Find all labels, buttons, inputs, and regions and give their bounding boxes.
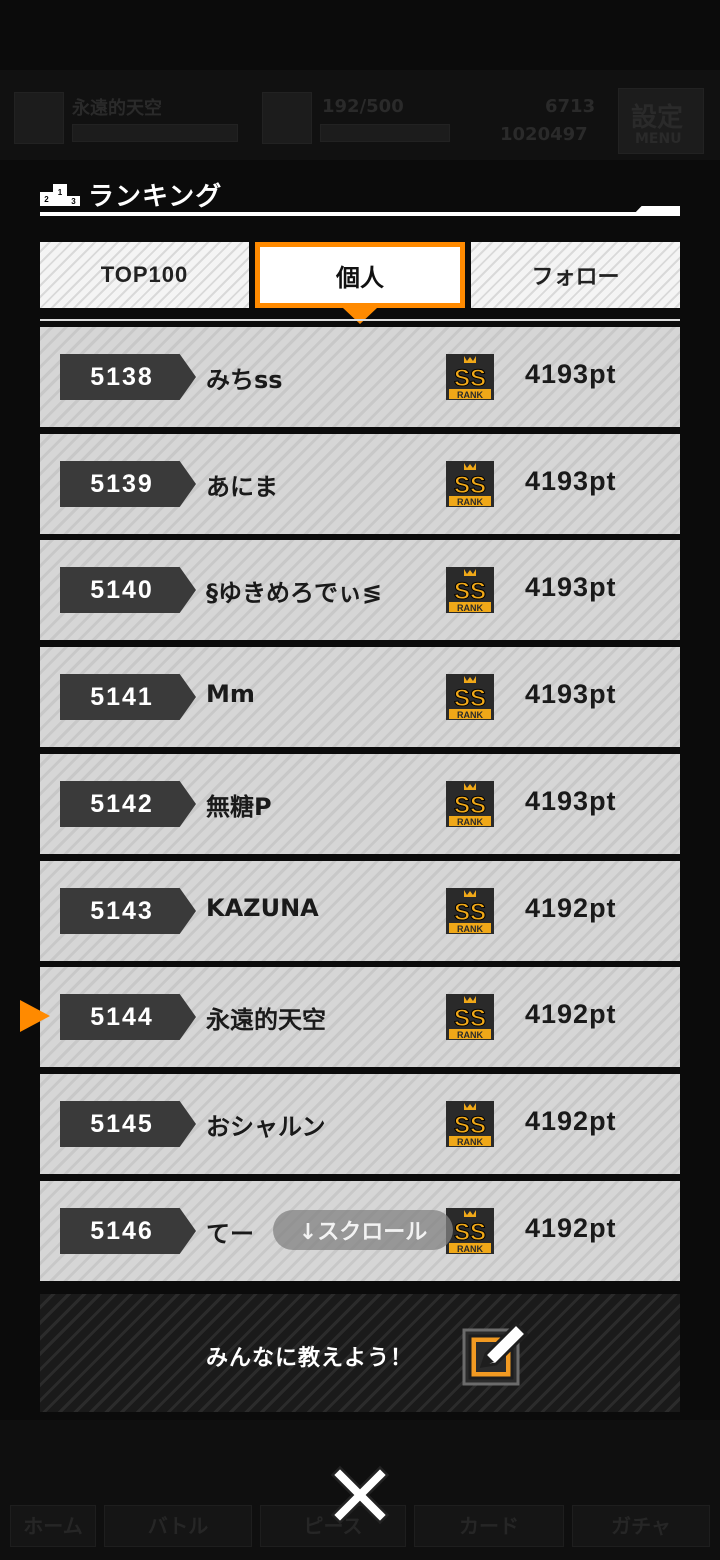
- background-stamina: 192/500: [322, 96, 404, 117]
- tab-top100[interactable]: TOP100: [40, 242, 249, 308]
- ss-rank-icon: SSRANK: [446, 888, 494, 934]
- svg-text:SS: SS: [454, 1112, 486, 1139]
- background-stamina-icon: [262, 92, 312, 144]
- background-nav-card: カード: [414, 1505, 564, 1547]
- background-nav-gacha: ガチャ: [572, 1505, 710, 1547]
- player-points: 4193pt: [525, 679, 617, 709]
- scroll-hint: ↓スクロール: [273, 1210, 453, 1250]
- ranking-row[interactable]: 5145 おシャルン SS RANK 4192pt: [40, 1074, 680, 1174]
- ss-rank-icon: SSRANK: [446, 1101, 494, 1147]
- ss-rank-icon: SSRANK: [446, 994, 494, 1040]
- player-points: 4193pt: [525, 572, 617, 602]
- ranking-row[interactable]: 5144 永遠的天空 SS RANK 4192pt: [40, 967, 680, 1067]
- svg-text:SS: SS: [454, 1005, 486, 1032]
- ranking-row[interactable]: 5138 みちss SS RANK 4193pt: [40, 327, 680, 427]
- svg-text:RANK: RANK: [457, 1137, 483, 1147]
- svg-text:RANK: RANK: [457, 497, 483, 507]
- svg-text:3: 3: [71, 197, 76, 206]
- background-nav-home: ホーム: [10, 1505, 96, 1547]
- player-points: 4192pt: [525, 1213, 617, 1243]
- player-name: 永遠的天空: [206, 1006, 326, 1034]
- rank-number: 5140: [60, 567, 196, 613]
- svg-text:SS: SS: [454, 472, 486, 499]
- svg-text:RANK: RANK: [457, 710, 483, 720]
- background-settings-label: 設定: [631, 103, 684, 133]
- tab-follow[interactable]: フォロー: [471, 242, 680, 308]
- player-points: 4192pt: [525, 1106, 617, 1136]
- player-points: 4192pt: [525, 999, 617, 1029]
- ss-rank-icon: SSRANK: [446, 674, 494, 720]
- player-points: 4193pt: [525, 466, 617, 496]
- player-name: Mm: [206, 680, 255, 708]
- tab-personal[interactable]: 個人: [255, 242, 465, 308]
- share-text: みんなに教えよう！: [206, 1346, 414, 1371]
- player-points: 4193pt: [525, 359, 617, 389]
- ss-rank-icon: SSRANK: [446, 461, 494, 507]
- rank-number: 5141: [60, 674, 196, 720]
- ss-rank-icon: SSRANK: [446, 567, 494, 613]
- player-name: §ゆきめろでぃ≶: [206, 579, 383, 607]
- svg-text:SS: SS: [454, 792, 486, 819]
- player-name: おシャルン: [206, 1113, 326, 1141]
- rank-number: 5142: [60, 781, 196, 827]
- player-name: あにま: [206, 473, 278, 501]
- ranking-tabs: TOP100 個人 フォロー: [40, 242, 680, 310]
- svg-text:SS: SS: [454, 685, 486, 712]
- ranking-row[interactable]: 5140 §ゆきめろでぃ≶ SS RANK 4193pt: [40, 540, 680, 640]
- svg-text:2: 2: [44, 195, 49, 204]
- ranking-row[interactable]: 5142 無糖P SS RANK 4193pt: [40, 754, 680, 854]
- svg-text:1: 1: [58, 188, 63, 197]
- edit-icon[interactable]: [460, 1316, 532, 1388]
- svg-text:RANK: RANK: [457, 603, 483, 613]
- rank-number: 5144: [60, 994, 196, 1040]
- header-divider: [40, 212, 680, 216]
- background-points: 1020497: [500, 124, 588, 145]
- ss-rank-icon: SSRANK: [446, 354, 494, 400]
- rank-number: 5139: [60, 461, 196, 507]
- player-points: 4193pt: [525, 786, 617, 816]
- rank-number: 5138: [60, 354, 196, 400]
- player-name: みちss: [206, 366, 283, 394]
- svg-text:RANK: RANK: [457, 390, 483, 400]
- background-stamina-bar: [320, 124, 450, 142]
- ss-rank-icon: SSRANK: [446, 781, 494, 827]
- share-panel[interactable]: みんなに教えよう！: [40, 1294, 680, 1412]
- player-points: 4192pt: [525, 893, 617, 923]
- podium-icon: 2 1 3: [40, 184, 80, 206]
- close-icon[interactable]: [330, 1465, 390, 1525]
- player-name: 無糖P: [206, 793, 272, 821]
- background-settings-button: 設定 MENU: [618, 88, 704, 154]
- background-player-name: 永遠的天空: [72, 98, 162, 119]
- svg-text:SS: SS: [454, 578, 486, 605]
- ranking-row[interactable]: 5139 あにま SS RANK 4193pt: [40, 434, 680, 534]
- background-menu-label: MENU: [635, 131, 682, 147]
- header-divider-accent: [632, 206, 680, 216]
- tabs-divider: [40, 319, 680, 321]
- ranking-row[interactable]: 5143 KAZUNA SS RANK 4192pt: [40, 861, 680, 961]
- player-name: KAZUNA: [206, 894, 319, 922]
- background-coins: 6713: [545, 96, 596, 117]
- rank-number: 5146: [60, 1208, 196, 1254]
- svg-text:RANK: RANK: [457, 817, 483, 827]
- rank-number: 5143: [60, 888, 196, 934]
- modal-title: ランキング: [88, 182, 223, 212]
- svg-text:RANK: RANK: [457, 924, 483, 934]
- ranking-header: 2 1 3 ランキング: [40, 176, 680, 220]
- svg-text:SS: SS: [454, 365, 486, 392]
- rank-number: 5145: [60, 1101, 196, 1147]
- background-nav-battle: バトル: [104, 1505, 252, 1547]
- background-avatar: [14, 92, 64, 144]
- svg-text:RANK: RANK: [457, 1030, 483, 1040]
- svg-text:SS: SS: [454, 1219, 486, 1246]
- svg-text:RANK: RANK: [457, 1244, 483, 1254]
- svg-text:SS: SS: [454, 899, 486, 926]
- background-exp-bar: [72, 124, 238, 142]
- player-name: てー: [206, 1220, 254, 1248]
- ranking-row[interactable]: 5141 Mm SS RANK 4193pt: [40, 647, 680, 747]
- background-status-bar: 永遠的天空 192/500 6713 1020497 設定 MENU: [0, 70, 720, 160]
- ss-rank-icon: SSRANK: [446, 1208, 494, 1254]
- active-tab-pointer: [343, 308, 377, 324]
- current-player-marker: [20, 1000, 50, 1032]
